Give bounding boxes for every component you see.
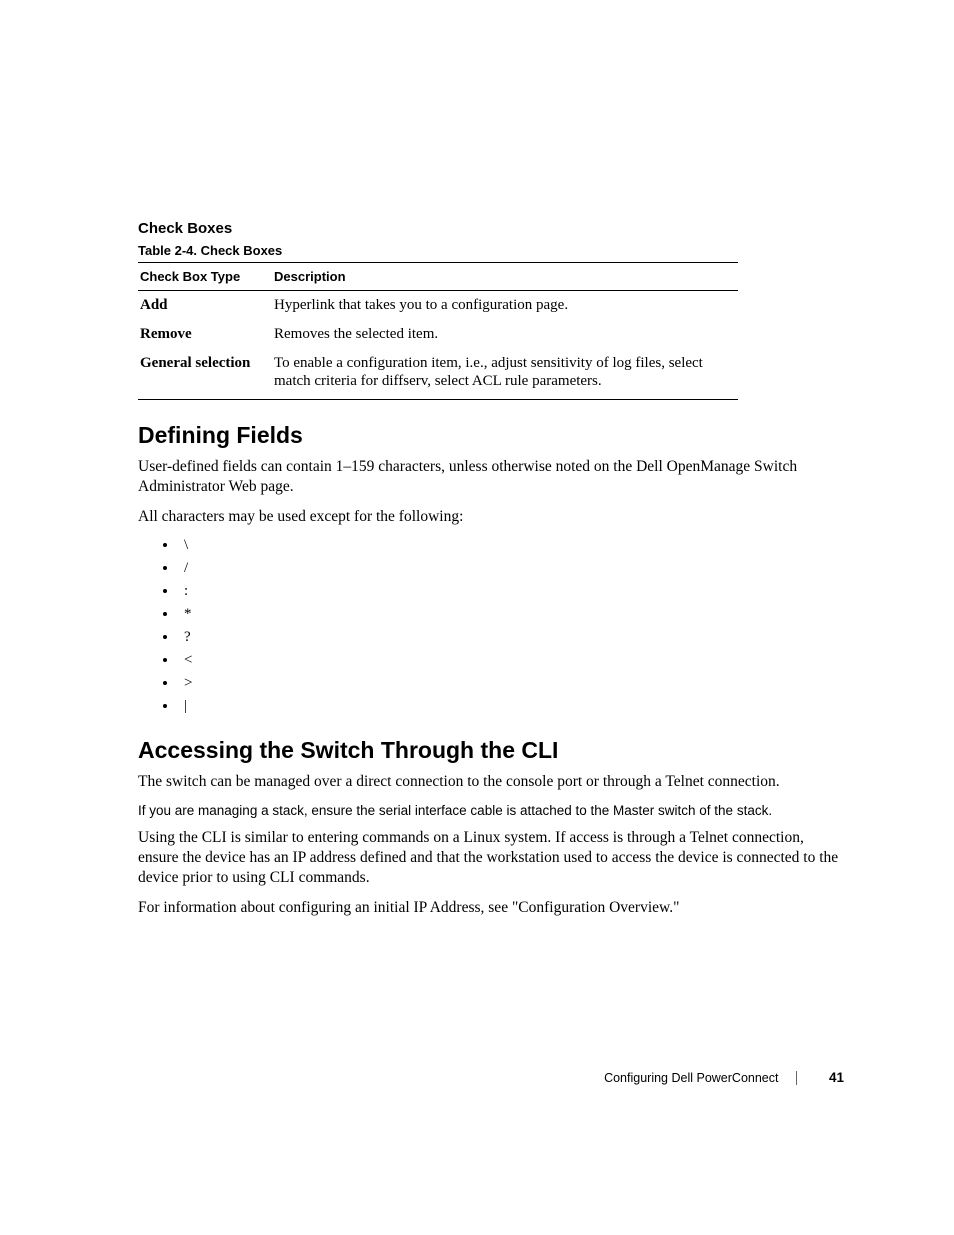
list-item: \ [178, 537, 844, 554]
cell-desc: Removes the selected item. [272, 320, 738, 349]
page-number: 41 [829, 1070, 844, 1085]
list-item: | [178, 698, 844, 715]
list-item: * [178, 606, 844, 623]
paragraph: Using the CLI is similar to entering com… [138, 828, 844, 888]
check-boxes-table: Check Box Type Description Add Hyperlink… [138, 262, 738, 400]
note-paragraph: If you are managing a stack, ensure the … [138, 803, 844, 818]
forbidden-characters-list: \ / : * ? < > | [138, 537, 844, 715]
heading-defining-fields: Defining Fields [138, 422, 844, 449]
list-item: < [178, 652, 844, 669]
cell-desc: To enable a configuration item, i.e., ad… [272, 349, 738, 400]
paragraph: All characters may be used except for th… [138, 507, 844, 527]
cell-type: General selection [138, 349, 272, 400]
table-row: Remove Removes the selected item. [138, 320, 738, 349]
paragraph: User-defined fields can contain 1–159 ch… [138, 457, 844, 497]
list-item: : [178, 583, 844, 600]
section-heading-check-boxes: Check Boxes [138, 220, 844, 237]
cell-desc: Hyperlink that takes you to a configurat… [272, 291, 738, 320]
table-header-desc: Description [272, 263, 738, 291]
paragraph: The switch can be managed over a direct … [138, 772, 844, 792]
page-footer: Configuring Dell PowerConnect 41 [604, 1070, 844, 1085]
table-row: Add Hyperlink that takes you to a config… [138, 291, 738, 320]
cell-type: Remove [138, 320, 272, 349]
list-item: / [178, 560, 844, 577]
list-item: ? [178, 629, 844, 646]
heading-accessing-cli: Accessing the Switch Through the CLI [138, 737, 844, 764]
paragraph: For information about configuring an ini… [138, 898, 844, 918]
table-row: General selection To enable a configurat… [138, 349, 738, 400]
table-caption: Table 2-4. Check Boxes [138, 243, 844, 258]
footer-title: Configuring Dell PowerConnect [604, 1071, 778, 1085]
table-header-type: Check Box Type [138, 263, 272, 291]
footer-separator [796, 1071, 797, 1085]
list-item: > [178, 675, 844, 692]
cell-type: Add [138, 291, 272, 320]
